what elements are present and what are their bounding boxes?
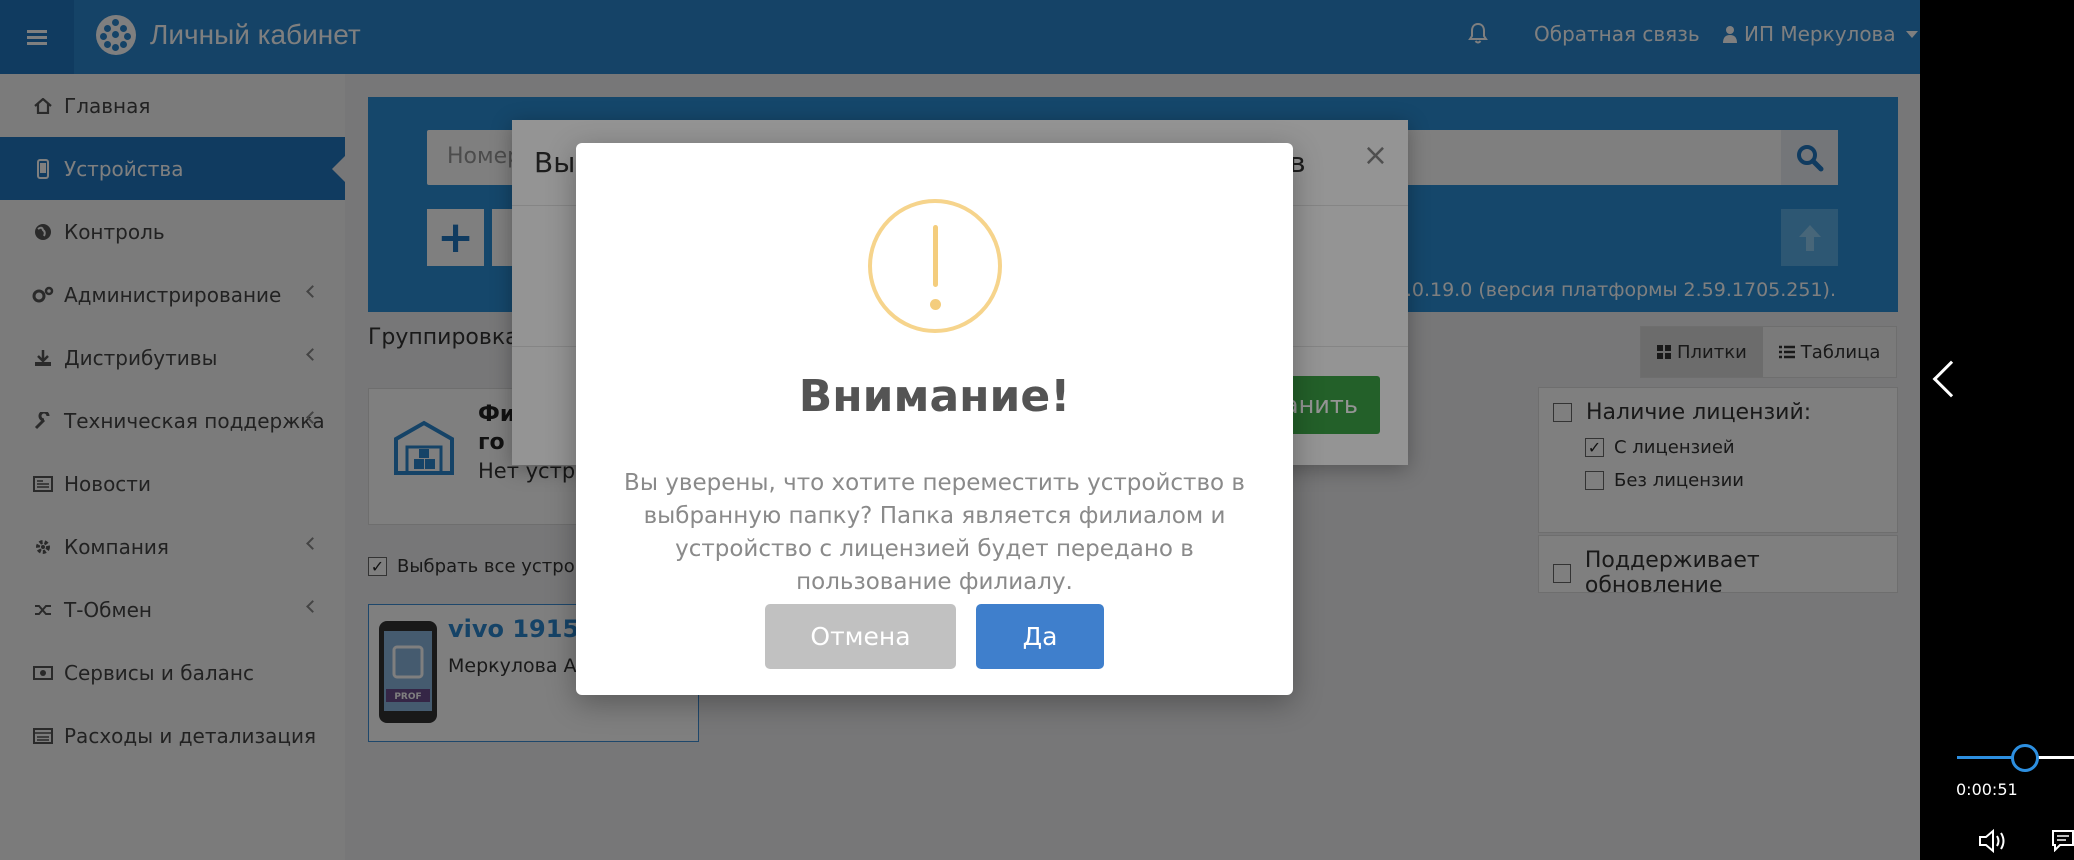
confirm-alert: Внимание! Вы уверены, что хотите перемес… [576,143,1293,695]
cancel-button[interactable]: Отмена [765,604,956,669]
alert-buttons: Отмена Да [576,604,1293,669]
volume-icon[interactable] [1978,828,2010,854]
playback-time: 0:00:51 [1956,780,2018,799]
captions-icon[interactable] [2052,830,2074,852]
chevron-left-icon[interactable] [1932,360,1970,398]
alert-title: Внимание! [798,371,1071,422]
warning-icon [868,199,1002,333]
app-window: Личный кабинет Обратная связь ИП Меркуло… [0,0,1920,860]
video-player-controls: 0:00:51 [1920,0,2074,860]
confirm-button[interactable]: Да [976,604,1104,669]
alert-message: Вы уверены, что хотите переместить устро… [624,470,1245,595]
seek-handle[interactable] [2011,744,2039,772]
